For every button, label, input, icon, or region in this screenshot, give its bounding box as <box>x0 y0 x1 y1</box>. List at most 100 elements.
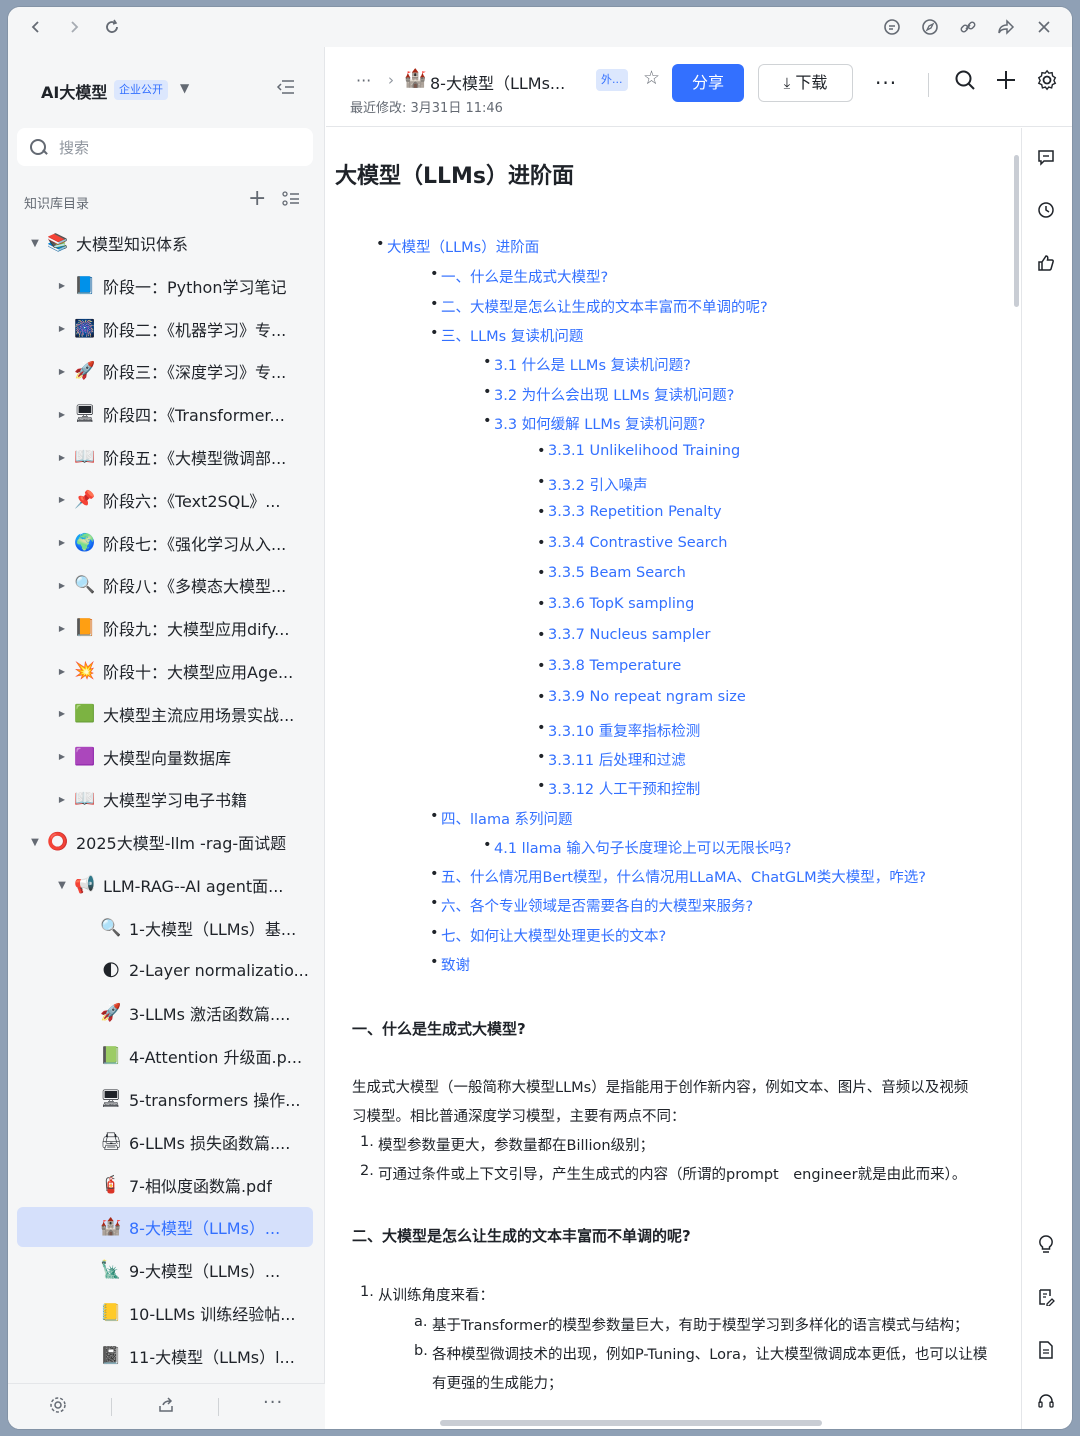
toc-link[interactable]: 四、llama 系列问题 <box>430 808 573 829</box>
sidebar-tree-item[interactable]: ▶ 📖 阶段五：《大模型微调部... <box>17 437 313 477</box>
sidebar-tree-item[interactable]: 🖨 6-LLMs 损失函数篇.... <box>17 1122 313 1162</box>
gear-icon[interactable] <box>49 1396 67 1414</box>
sidebar-tree-item[interactable]: ▶ 🟩 大模型主流应用场景实战... <box>17 694 313 734</box>
sidebar-tree-item[interactable]: 🚀 3-LLMs 激活函数篇.... <box>17 993 313 1033</box>
forward-share-icon[interactable] <box>994 15 1018 39</box>
toc-link[interactable]: 3.3.6 TopK sampling <box>537 596 694 612</box>
more-options-icon[interactable]: ··· <box>875 71 897 95</box>
sidebar-tree-item[interactable]: ▶ 📙 阶段九：大模型应用dify... <box>17 608 313 648</box>
toc-link[interactable]: 3.3.10 重复率指标检测 <box>537 720 700 741</box>
plus-icon[interactable] <box>995 69 1017 91</box>
sidebar-tree-item[interactable]: 📒 10-LLMs 训练经验帖... <box>17 1293 313 1333</box>
forward-icon[interactable] <box>62 15 86 39</box>
toc-link[interactable]: 3.3.11 后处理和过滤 <box>537 749 686 770</box>
toc-link[interactable]: 3.3.7 Nucleus sampler <box>537 627 710 643</box>
sidebar-tree-item[interactable]: 📗 4-Attention 升级面.p... <box>17 1036 313 1076</box>
sidebar-tree-item[interactable]: 🧯 7-相似度函数篇.pdf <box>17 1165 313 1205</box>
caret-down-icon[interactable]: ▼ <box>29 238 41 249</box>
sidebar-tree-item[interactable]: ▶ 🎆 阶段二：《机器学习》专... <box>17 309 313 349</box>
sidebar-tree-item[interactable]: ▶ 💥 阶段十：大模型应用Age... <box>17 651 313 691</box>
sidebar-tree-item[interactable]: ▶ 🌍 阶段七：《强化学习从入... <box>17 523 313 563</box>
caret-right-icon[interactable]: ▶ <box>56 581 68 590</box>
share-button[interactable]: 分享 <box>672 64 744 102</box>
sidebar-tree-item[interactable]: ▶ 🟪 大模型向量数据库 <box>17 737 313 777</box>
toc-link[interactable]: 三、LLMs 复读机问题 <box>430 325 583 346</box>
toc-link[interactable]: 二、大模型是怎么让生成的文本丰富而不单调的呢? <box>430 296 768 317</box>
toc-link[interactable]: 3.3.1 Unlikelihood Training <box>537 443 740 459</box>
comment-icon[interactable] <box>880 15 904 39</box>
link-icon[interactable] <box>956 15 980 39</box>
settings-icon[interactable] <box>1036 69 1058 91</box>
toc-link[interactable]: 七、如何让大模型处理更长的文本? <box>430 925 666 946</box>
caret-down-icon[interactable]: ▼ <box>29 837 41 848</box>
caret-right-icon[interactable]: ▶ <box>56 667 68 676</box>
horizontal-scrollbar[interactable] <box>440 1420 822 1426</box>
toc-link[interactable]: 3.3.4 Contrastive Search <box>537 535 727 551</box>
like-icon[interactable] <box>1037 254 1059 276</box>
sidebar-tree-item[interactable]: ▼ 📢 LLM-RAG--AI agent面... <box>17 865 313 905</box>
caret-right-icon[interactable]: ▶ <box>56 752 68 761</box>
star-icon[interactable]: ☆ <box>643 67 660 89</box>
toc-link[interactable]: 3.3.2 引入噪声 <box>537 474 647 495</box>
toc-link[interactable]: 3.3.5 Beam Search <box>537 565 686 581</box>
sidebar-tree-item[interactable]: ▶ 📌 阶段六：《Text2SQL》... <box>17 480 313 520</box>
edit-doc-icon[interactable] <box>1037 1288 1059 1310</box>
toc-link[interactable]: 六、各个专业领域是否需要各自的大模型来服务? <box>430 895 753 916</box>
document-icon[interactable] <box>1037 1341 1059 1363</box>
toc-link[interactable]: 3.1 什么是 LLMs 复读机问题? <box>483 354 691 375</box>
breadcrumb-more[interactable]: ··· <box>356 71 371 90</box>
breadcrumb-doc-title[interactable]: 8-大模型（LLMs... <box>430 70 565 94</box>
search-icon[interactable] <box>954 69 976 91</box>
more-icon[interactable]: ··· <box>263 1392 283 1413</box>
sidebar-tree-item[interactable]: ▼ ⭕ 2025大模型-llm -rag-面试题 <box>17 822 313 862</box>
caret-right-icon[interactable]: ▶ <box>56 281 68 290</box>
sidebar-tree-item[interactable]: ▼ 📚 大模型知识体系 <box>17 223 313 263</box>
sidebar-tree-item[interactable]: 🗽 9-大模型（LLMs）... <box>17 1250 313 1290</box>
caret-right-icon[interactable]: ▶ <box>56 367 68 376</box>
toc-link[interactable]: 3.3.8 Temperature <box>537 658 681 674</box>
caret-right-icon[interactable]: ▶ <box>56 324 68 333</box>
sidebar-tree-item[interactable]: ▶ 🖥 阶段四：《Transformer... <box>17 394 313 434</box>
chevron-down-icon[interactable]: ▼ <box>180 81 189 95</box>
list-view-icon[interactable] <box>282 191 300 207</box>
caret-right-icon[interactable]: ▶ <box>56 538 68 547</box>
back-icon[interactable] <box>24 15 48 39</box>
toc-link[interactable]: 五、什么情况用Bert模型，什么情况用LLaMA、ChatGLM类大模型，咋选? <box>430 866 926 887</box>
caret-right-icon[interactable]: ▶ <box>56 709 68 718</box>
comment-icon[interactable] <box>1037 148 1059 170</box>
caret-right-icon[interactable]: ▶ <box>56 624 68 633</box>
caret-right-icon[interactable]: ▶ <box>56 453 68 462</box>
workspace-title[interactable]: AI大模型 <box>41 79 107 103</box>
toc-link[interactable]: 3.3 如何缓解 LLMs 复读机问题? <box>483 413 705 434</box>
sidebar-tree-item[interactable]: 🏰 8-大模型（LLMs）... <box>17 1207 313 1248</box>
close-icon[interactable] <box>1032 15 1056 39</box>
share-out-icon[interactable] <box>157 1396 175 1414</box>
refresh-icon[interactable] <box>100 15 124 39</box>
sidebar-tree-item[interactable]: 🌓 2-Layer normalizatio... <box>17 951 313 991</box>
add-icon[interactable]: + <box>248 188 266 210</box>
toc-link[interactable]: 大模型（LLMs）进阶面 <box>376 236 539 257</box>
sidebar-tree-item[interactable]: ▶ 📖 大模型学习电子书籍 <box>17 779 313 819</box>
caret-down-icon[interactable]: ▼ <box>56 880 68 891</box>
headset-icon[interactable] <box>1037 1392 1059 1414</box>
compass-icon[interactable] <box>918 15 942 39</box>
sidebar-tree-item[interactable]: ▶ 📘 阶段一：Python学习笔记 <box>17 266 313 306</box>
toc-link[interactable]: 3.2 为什么会出现 LLMs 复读机问题? <box>483 384 734 405</box>
download-button[interactable]: ⤓ 下载 <box>758 64 853 102</box>
toc-link[interactable]: 3.3.9 No repeat ngram size <box>537 689 746 705</box>
sidebar-tree-item[interactable]: 🖥 5-transformers 操作... <box>17 1079 313 1119</box>
sidebar-tree-item[interactable]: ▶ 🚀 阶段三：《深度学习》专... <box>17 351 313 391</box>
search-input[interactable]: 搜索 <box>17 128 313 166</box>
caret-right-icon[interactable]: ▶ <box>56 795 68 804</box>
caret-right-icon[interactable]: ▶ <box>56 410 68 419</box>
toc-link[interactable]: 4.1 llama 输入句子长度理论上可以无限长吗? <box>483 837 791 858</box>
toc-link[interactable]: 一、什么是生成式大模型? <box>430 266 608 287</box>
history-icon[interactable] <box>1037 201 1059 223</box>
toc-link[interactable]: 致谢 <box>430 954 470 975</box>
vertical-scrollbar[interactable] <box>1014 155 1019 307</box>
toc-link[interactable]: 3.3.3 Repetition Penalty <box>537 504 722 520</box>
sidebar-tree-item[interactable]: 📓 11-大模型（LLMs）l... <box>17 1336 313 1376</box>
sidebar-tree-item[interactable]: ▶ 🔍 阶段八：《多模态大模型... <box>17 565 313 605</box>
sidebar-tree-item[interactable]: 🔍 1-大模型（LLMs）基... <box>17 908 313 948</box>
caret-right-icon[interactable]: ▶ <box>56 495 68 504</box>
